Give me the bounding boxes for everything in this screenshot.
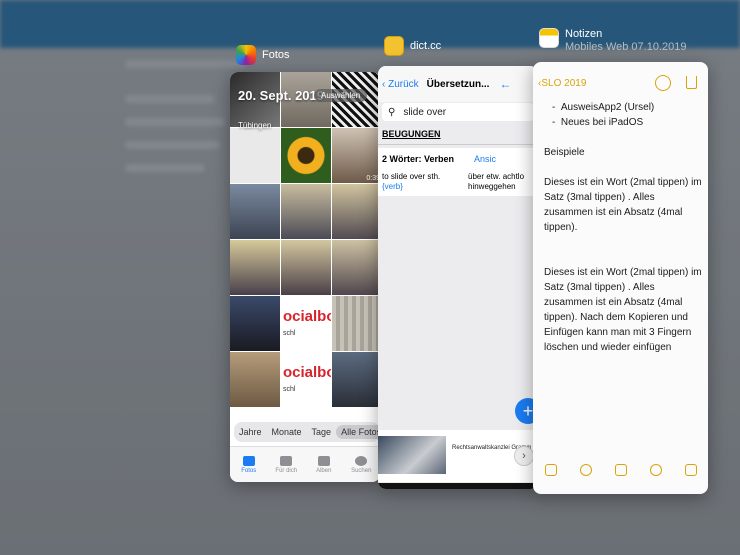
tab-label: Suchen bbox=[351, 467, 372, 474]
dict-bottom-bar bbox=[378, 483, 538, 489]
note-paragraph: Dieses ist ein Wort (2mal tippen) im Sat… bbox=[544, 267, 702, 353]
ad-banner[interactable]: Rechtsanwaltskanzlei Gramm › bbox=[378, 430, 538, 482]
note-paragraph: Dieses ist ein Wort (2mal tippen) im Sat… bbox=[544, 177, 702, 233]
tab-label: Alben bbox=[316, 467, 332, 474]
notes-app-subtitle: Mobiles Web 07.10.2019 bbox=[565, 41, 687, 53]
photos-segmented-control: Jahre Monate Tage Alle Fotos bbox=[234, 422, 380, 442]
dict-card[interactable]: ‹ Zurück Übersetzun... ← ⚲ slide over BE… bbox=[378, 66, 538, 489]
photo-thumbnail[interactable]: ocialbo schl bbox=[281, 296, 331, 351]
thumbnail-subtext: schl bbox=[283, 386, 296, 393]
notes-app-name: Notizen bbox=[565, 28, 603, 40]
note-heading: Beispiele bbox=[544, 147, 585, 158]
dict-back-label: Zurück bbox=[388, 78, 419, 90]
dict-search-field[interactable]: ⚲ slide over bbox=[382, 103, 534, 121]
fotos-card[interactable]: 0:39 ocialbo schl ocialbo schl 20. Sept.… bbox=[230, 72, 380, 482]
result-view-link[interactable]: Ansic bbox=[474, 154, 496, 164]
photo-thumbnail[interactable] bbox=[281, 184, 331, 239]
tab-photos[interactable]: Fotos bbox=[230, 447, 268, 482]
photo-thumbnail[interactable]: ocialbo schl bbox=[281, 352, 331, 407]
checklist-icon[interactable] bbox=[579, 464, 592, 476]
segment-all-photos[interactable]: Alle Fotos bbox=[336, 425, 380, 439]
photo-thumbnail[interactable] bbox=[281, 128, 331, 183]
dict-back-button[interactable]: ‹ Zurück bbox=[378, 79, 419, 90]
entry-source: to slide over sth. bbox=[382, 172, 441, 181]
photo-thumbnail[interactable] bbox=[332, 184, 380, 239]
notes-toolbar bbox=[533, 460, 708, 480]
note-bullet: AusweisApp2 (Ursel) bbox=[560, 102, 655, 113]
chevron-right-icon[interactable]: › bbox=[514, 446, 534, 466]
markup-icon[interactable] bbox=[649, 464, 662, 476]
tab-search[interactable]: Suchen bbox=[343, 447, 381, 482]
dict-nav-bar: ‹ Zurück Übersetzun... ← bbox=[378, 66, 538, 102]
entry-translation: über etw. achtlo hinweggehen bbox=[468, 172, 525, 191]
select-button[interactable]: Auswählen bbox=[314, 89, 368, 102]
entry-tag: {verb} bbox=[382, 182, 403, 191]
dict-section-heading[interactable]: BEUGUNGEN bbox=[382, 129, 441, 139]
segment-months[interactable]: Monate bbox=[267, 427, 307, 437]
fotos-app-name: Fotos bbox=[262, 49, 290, 61]
ad-image bbox=[378, 436, 446, 474]
notes-back-button[interactable]: ‹SLO 2019 bbox=[538, 78, 586, 89]
notes-card[interactable]: ‹SLO 2019 - AusweisApp2 (Ursel) - Neues … bbox=[533, 62, 708, 494]
note-bullet: Neues bei iPadOS bbox=[560, 117, 644, 128]
thumbnail-text: ocialbo bbox=[283, 364, 331, 381]
result-header-label: 2 Wörter: Verben bbox=[382, 154, 455, 164]
photo-thumbnail[interactable] bbox=[230, 352, 280, 407]
photo-thumbnail[interactable] bbox=[332, 352, 380, 407]
photo-thumbnail[interactable] bbox=[230, 128, 280, 183]
search-icon: ⚲ bbox=[388, 106, 396, 118]
photo-thumbnail[interactable] bbox=[230, 184, 280, 239]
photo-thumbnail[interactable]: 0:39 bbox=[332, 128, 380, 183]
notes-nav-bar: ‹SLO 2019 bbox=[533, 74, 708, 94]
thumbnail-subtext: schl bbox=[283, 330, 296, 337]
notes-card-label[interactable]: Notizen Mobiles Web 07.10.2019 bbox=[539, 28, 687, 54]
trash-icon[interactable] bbox=[544, 464, 557, 476]
photo-thumbnail[interactable] bbox=[332, 296, 380, 351]
tab-label: Fotos bbox=[241, 467, 257, 474]
photo-date-location: Tübingen bbox=[238, 121, 272, 130]
albums-tab-icon bbox=[317, 455, 330, 466]
tab-albums[interactable]: Alben bbox=[305, 447, 343, 482]
photo-thumbnail[interactable] bbox=[230, 240, 280, 295]
dict-card-label[interactable]: dict.cc bbox=[384, 36, 441, 56]
photo-thumbnail[interactable] bbox=[230, 296, 280, 351]
arrow-left-icon[interactable]: ← bbox=[499, 77, 511, 91]
note-content[interactable]: - AusweisApp2 (Ursel) - Neues bei iPadOS… bbox=[544, 100, 704, 355]
add-people-icon[interactable] bbox=[655, 75, 671, 91]
dict-app-icon bbox=[384, 36, 404, 56]
camera-icon[interactable] bbox=[614, 464, 627, 476]
fotos-card-label[interactable]: Fotos bbox=[236, 45, 290, 65]
notes-app-icon bbox=[539, 28, 559, 48]
segment-days[interactable]: Tage bbox=[307, 427, 337, 437]
notes-back-label: SLO 2019 bbox=[541, 78, 587, 89]
dict-search-value: slide over bbox=[403, 106, 447, 118]
photo-date-title: 20. Sept. 2019 bbox=[238, 88, 324, 103]
dict-app-name: dict.cc bbox=[410, 40, 442, 52]
divider bbox=[378, 144, 538, 145]
tab-label: Für dich bbox=[275, 467, 298, 474]
tab-for-you[interactable]: Für dich bbox=[268, 447, 306, 482]
search-tab-icon bbox=[355, 455, 368, 466]
photos-tab-bar: Fotos Für dich Alben Suchen bbox=[230, 446, 380, 482]
share-icon[interactable] bbox=[686, 76, 697, 89]
compose-icon[interactable] bbox=[684, 464, 697, 476]
segment-years[interactable]: Jahre bbox=[234, 427, 267, 437]
photos-app-icon bbox=[236, 45, 256, 65]
for-you-tab-icon bbox=[280, 455, 293, 466]
dict-title: Übersetzun... bbox=[426, 78, 490, 90]
photos-tab-icon bbox=[242, 455, 255, 466]
result-header: 2 Wörter: Verben Ansic bbox=[378, 148, 538, 170]
photo-thumbnail[interactable] bbox=[281, 240, 331, 295]
translation-row[interactable]: to slide over sth. {verb} über etw. achtl… bbox=[378, 170, 538, 196]
thumbnail-text: ocialbo bbox=[283, 308, 331, 325]
photo-thumbnail[interactable] bbox=[332, 240, 380, 295]
